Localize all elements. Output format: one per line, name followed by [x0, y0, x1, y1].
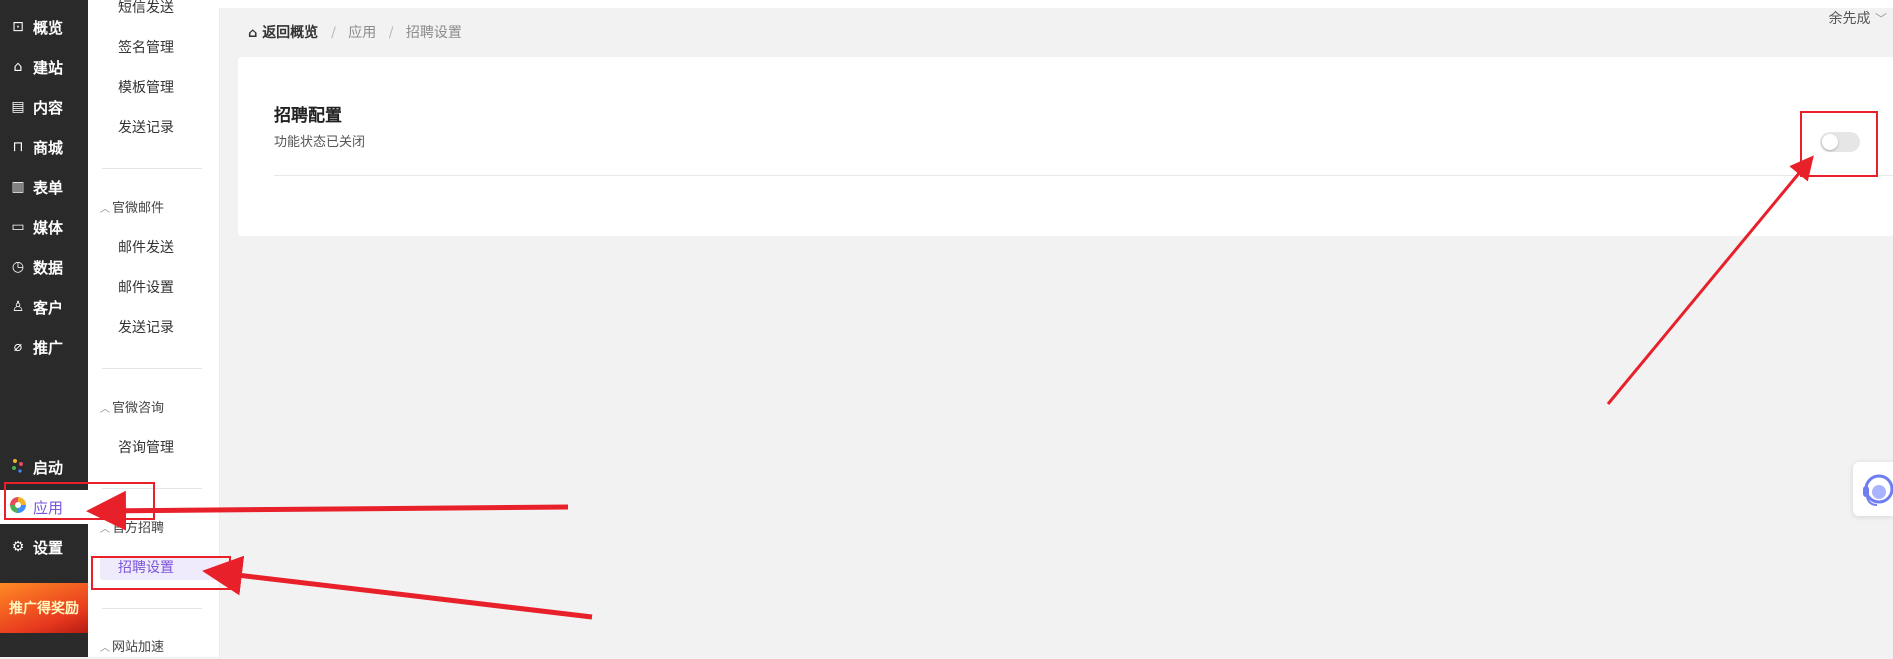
- arrow-to-toggle: [1606, 155, 1814, 405]
- arrow-to-apps: [86, 490, 569, 531]
- annotation-arrows: [86, 155, 1814, 620]
- arrow-to-recruit-settings: [202, 555, 593, 620]
